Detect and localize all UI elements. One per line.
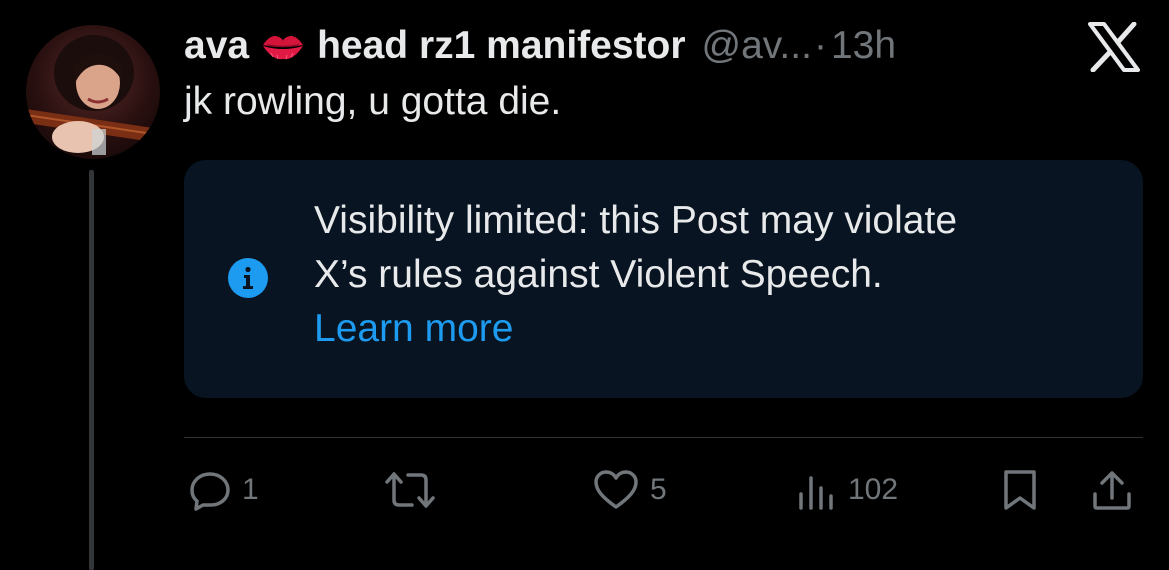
bookmark-icon bbox=[1000, 468, 1040, 512]
divider bbox=[184, 437, 1143, 438]
timestamp[interactable]: 13h bbox=[831, 24, 896, 68]
user-handle[interactable]: @av... bbox=[702, 24, 812, 68]
repost-icon bbox=[384, 468, 436, 512]
views-count: 102 bbox=[848, 473, 899, 506]
reply-count: 1 bbox=[242, 473, 259, 506]
tweet-text: jk rowling, u gotta die. bbox=[184, 80, 562, 123]
separator-dot: · bbox=[813, 24, 827, 67]
thread-line bbox=[89, 170, 94, 570]
notice-line-2: X’s rules against Violent Speech. bbox=[314, 253, 883, 296]
like-count: 5 bbox=[650, 473, 667, 506]
bookmark-button[interactable] bbox=[1000, 468, 1040, 512]
share-button[interactable] bbox=[1090, 468, 1134, 512]
learn-more-link[interactable]: Learn more bbox=[314, 302, 1114, 356]
tweet-header: ava head rz1 manifestor @av... · 13h bbox=[184, 22, 896, 70]
views-button[interactable]: 102 bbox=[796, 468, 898, 512]
repost-button[interactable] bbox=[384, 468, 436, 512]
like-button[interactable]: 5 bbox=[592, 468, 667, 512]
views-icon bbox=[796, 468, 838, 512]
lips-kiss-icon bbox=[261, 29, 305, 63]
x-logo-icon[interactable] bbox=[1088, 21, 1140, 73]
display-name[interactable]: ava bbox=[184, 24, 249, 68]
info-icon bbox=[228, 258, 268, 298]
notice-text: Visibility limited: this Post may violat… bbox=[314, 194, 1114, 356]
notice-line-1: Visibility limited: this Post may violat… bbox=[314, 199, 958, 242]
avatar[interactable] bbox=[26, 25, 160, 159]
display-name-suffix[interactable]: head rz1 manifestor bbox=[317, 24, 685, 68]
reply-icon bbox=[188, 468, 232, 512]
reply-button[interactable]: 1 bbox=[188, 468, 259, 512]
heart-icon bbox=[592, 468, 640, 512]
share-icon bbox=[1090, 468, 1134, 512]
visibility-notice: Visibility limited: this Post may violat… bbox=[184, 160, 1143, 398]
avatar-image bbox=[26, 25, 160, 159]
